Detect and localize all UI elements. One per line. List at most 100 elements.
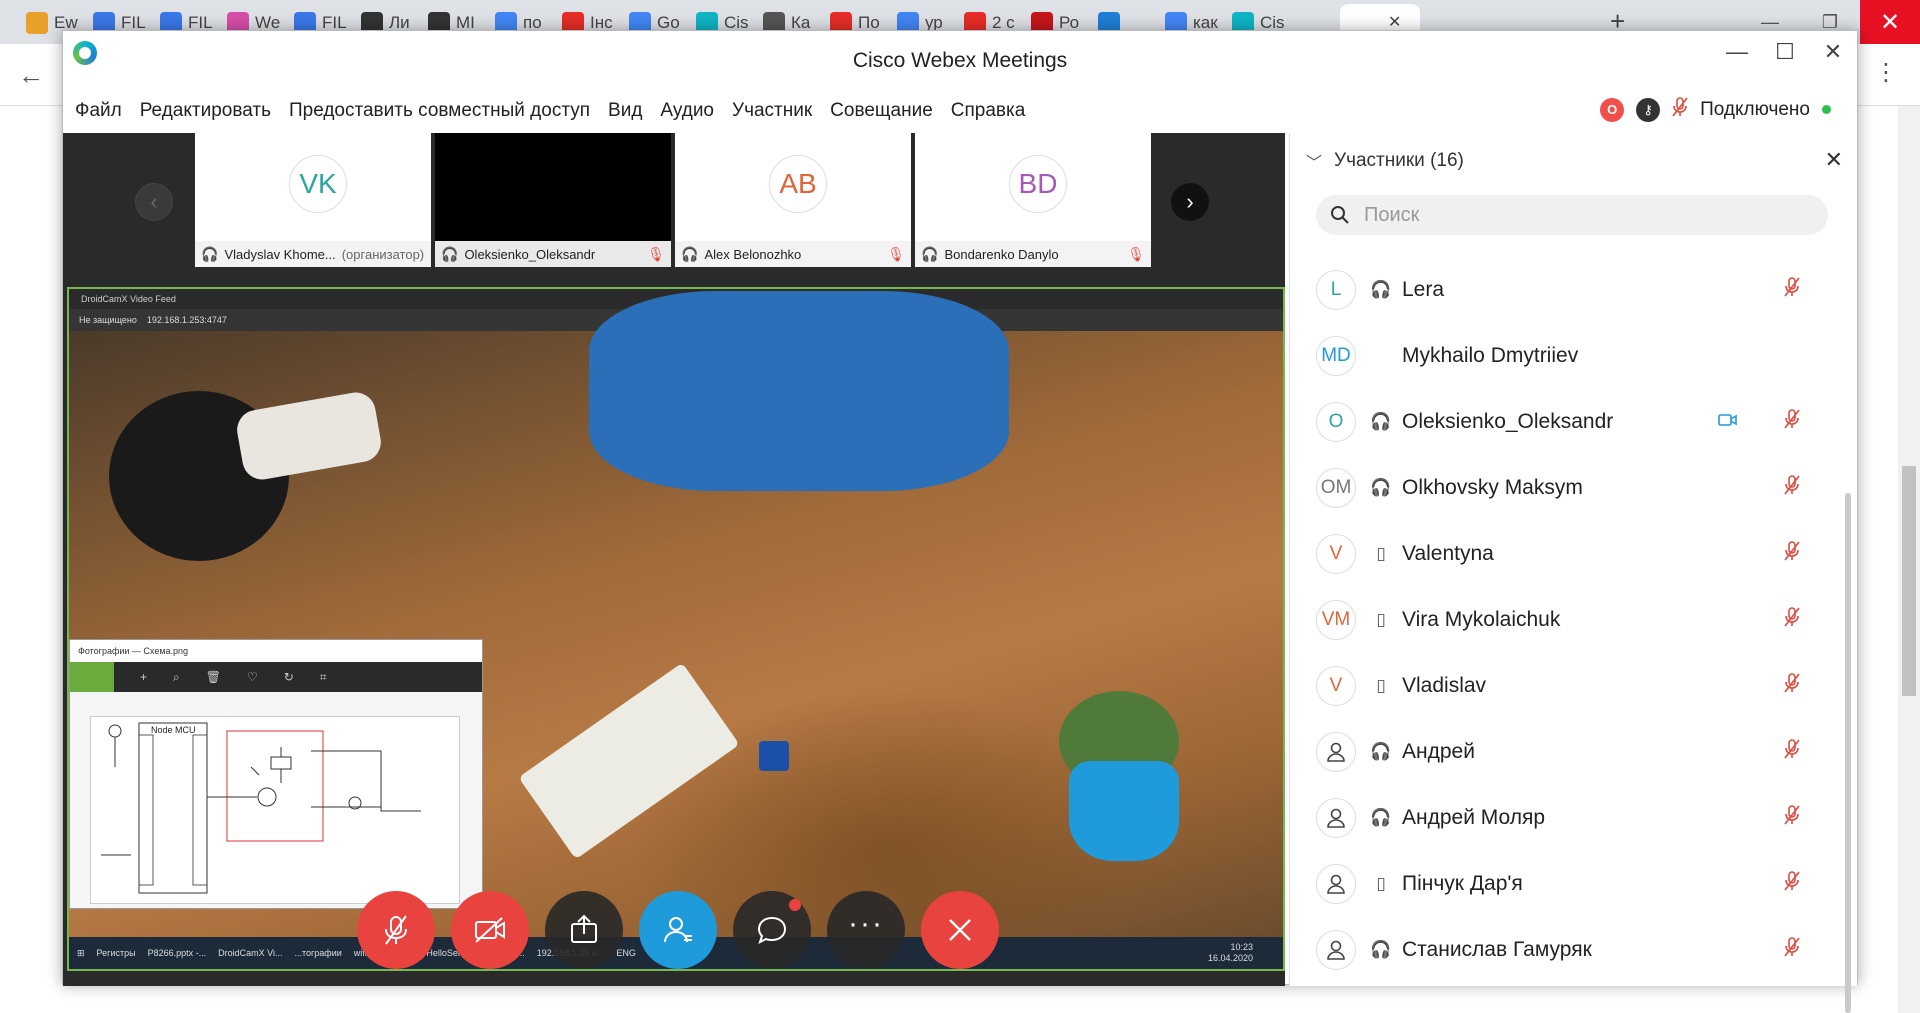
close-icon[interactable]: ✕ (1819, 39, 1847, 65)
panel-scrollbar[interactable] (1845, 493, 1851, 1013)
close-tab-icon[interactable]: ✕ (1388, 12, 1401, 32)
mic-muted-icon[interactable] (1784, 805, 1800, 831)
headset-icon: 🎧 (681, 245, 699, 262)
mic-muted-icon[interactable] (1784, 739, 1800, 765)
close-icon[interactable]: ✕ (1860, 0, 1920, 44)
connected-label: Подключено (1700, 98, 1810, 120)
zoom-icon: ⌕ (173, 669, 180, 684)
phone-icon: ▯ (1376, 544, 1386, 563)
headset-icon: 🎧 (921, 245, 939, 262)
recording-icon[interactable]: O (1600, 97, 1625, 122)
person-avatar-icon (1316, 864, 1356, 904)
taskbar-time: 10:23 (1230, 942, 1253, 952)
mic-muted-icon[interactable] (1784, 607, 1800, 633)
tile-name: Alex Belonozhko (704, 246, 802, 262)
menu-view[interactable]: Вид (608, 100, 642, 122)
mic-muted-icon: 🎙 (887, 245, 905, 262)
person-avatar-icon (1316, 930, 1356, 970)
browser-scrollbar[interactable] (1898, 106, 1920, 1013)
share-button[interactable] (545, 891, 623, 969)
window-controls: — ☐ ✕ (1723, 39, 1847, 65)
maximize-icon[interactable]: ☐ (1771, 39, 1799, 65)
flowerpot-image (1069, 761, 1179, 861)
participant-row[interactable]: VM ▯ Vira Mykolaichuk (1290, 587, 1858, 653)
participant-row[interactable]: L 🎧 Lera (1290, 257, 1858, 323)
video-tile[interactable]: 🎧 Oleksienko_Oleksandr 🎙 (435, 133, 673, 267)
mic-muted-icon[interactable] (1784, 937, 1800, 963)
mute-button[interactable] (357, 891, 435, 969)
participant-name: Valentyna (1402, 542, 1494, 565)
menu-help[interactable]: Справка (951, 100, 1026, 122)
video-tile[interactable]: AB 🎧 Alex Belonozhko 🎙 (675, 133, 913, 267)
phone-icon: ▯ (1376, 610, 1386, 629)
participant-row[interactable]: OM 🎧 Olkhovsky Maksym (1290, 455, 1858, 521)
taskbar-item: Регистры (96, 948, 136, 958)
menu-share[interactable]: Предоставить совместный доступ (289, 100, 590, 122)
avatar: BD (1009, 155, 1067, 213)
participant-row[interactable]: 🎧 Андрей (1290, 719, 1858, 785)
menu-edit[interactable]: Редактировать (140, 100, 271, 122)
participant-row[interactable]: ▯ Пінчук Дар'я (1290, 851, 1858, 917)
participant-name: Oleksienko_Oleksandr (1402, 410, 1614, 433)
participant-row[interactable]: V ▯ Vladislav (1290, 653, 1858, 719)
key-icon[interactable]: ⚷ (1636, 97, 1661, 122)
video-stage: ‹ VK 🎧 Vladyslav Khome... (организатор) 🎧 Ole… (63, 133, 1285, 986)
mic-muted-icon[interactable] (1784, 277, 1800, 303)
avatar: MD (1316, 336, 1356, 376)
phone-icon: ▯ (1376, 676, 1386, 695)
filmstrip-prev-button[interactable]: ‹ (135, 183, 173, 221)
minimize-icon[interactable]: — (1723, 39, 1751, 65)
mic-muted-icon[interactable] (1784, 673, 1800, 699)
tile-name-bar: 🎧 Oleksienko_Oleksandr 🎙 (435, 241, 671, 267)
participant-row[interactable]: MD Mykhailo Dmytriiev (1290, 323, 1858, 389)
video-tile[interactable]: VK 🎧 Vladyslav Khome... (организатор) (195, 133, 433, 267)
menu-audio[interactable]: Аудио (660, 100, 714, 122)
more-options-button[interactable]: ··· (827, 891, 905, 969)
crop-icon: ⌗ (319, 669, 327, 684)
tab-favicon-icon (26, 12, 48, 34)
participant-name: Пінчук Дар'я (1402, 872, 1523, 895)
search-input[interactable] (1364, 203, 1784, 227)
participant-row[interactable]: O 🎧 Oleksienko_Oleksandr (1290, 389, 1858, 455)
tile-name-bar: 🎧 Bondarenko Danylo 🎙 (915, 241, 1151, 267)
mic-muted-icon[interactable] (1784, 541, 1800, 567)
avatar: L (1316, 270, 1356, 310)
leave-meeting-button[interactable] (921, 891, 999, 969)
headset-icon: 🎧 (1370, 808, 1392, 827)
chat-button[interactable] (733, 891, 811, 969)
chevron-down-icon[interactable]: ﹀ (1306, 149, 1322, 173)
heart-icon: ♡ (246, 670, 258, 684)
taskbar-item: ...тографии (294, 948, 342, 958)
stop-video-button[interactable] (451, 891, 529, 969)
search-icon (1331, 206, 1349, 224)
share-icon (571, 914, 597, 943)
connected-status-dot (1822, 105, 1831, 114)
schematic-label: Node MCU (151, 725, 196, 735)
menu-file[interactable]: Файл (75, 100, 122, 122)
mic-muted-icon[interactable] (1784, 409, 1800, 435)
close-panel-button[interactable]: ✕ (1825, 147, 1843, 173)
menu-meeting[interactable]: Совещание (830, 100, 933, 122)
participant-row[interactable]: 🎧 Станислав Гамуряк (1290, 917, 1858, 983)
add-icon: + (140, 670, 148, 684)
back-arrow-icon[interactable]: ← (18, 60, 44, 91)
participants-search[interactable] (1316, 195, 1828, 235)
filmstrip: ‹ VK 🎧 Vladyslav Khome... (организатор) 🎧 Ole… (63, 133, 1285, 267)
window-title: Cisco Webex Meetings (852, 49, 1068, 72)
participant-name: Андрей Моляр (1402, 806, 1546, 829)
browser-menu-icon[interactable]: ⋮ (1874, 58, 1898, 87)
participants-button[interactable] (639, 891, 717, 969)
avatar: V (1316, 666, 1356, 706)
menu-participant[interactable]: Участник (732, 100, 812, 122)
filmstrip-next-button[interactable]: › (1171, 183, 1209, 221)
participants-header[interactable]: ﹀ Участники (16) ✕ (1290, 133, 1857, 189)
mic-muted-icon[interactable] (1784, 871, 1800, 897)
video-tile[interactable]: BD 🎧 Bondarenko Danylo 🎙 (915, 133, 1153, 267)
schematic-image: Node MCU (90, 716, 460, 904)
mic-muted-icon: 🎙 (647, 245, 665, 262)
scrollbar-thumb[interactable] (1902, 466, 1916, 696)
participant-row[interactable]: V ▯ Valentyna (1290, 521, 1858, 587)
mic-muted-icon[interactable] (1672, 97, 1688, 122)
mic-muted-icon[interactable] (1784, 475, 1800, 501)
participant-row[interactable]: 🎧 Андрей Моляр (1290, 785, 1858, 851)
